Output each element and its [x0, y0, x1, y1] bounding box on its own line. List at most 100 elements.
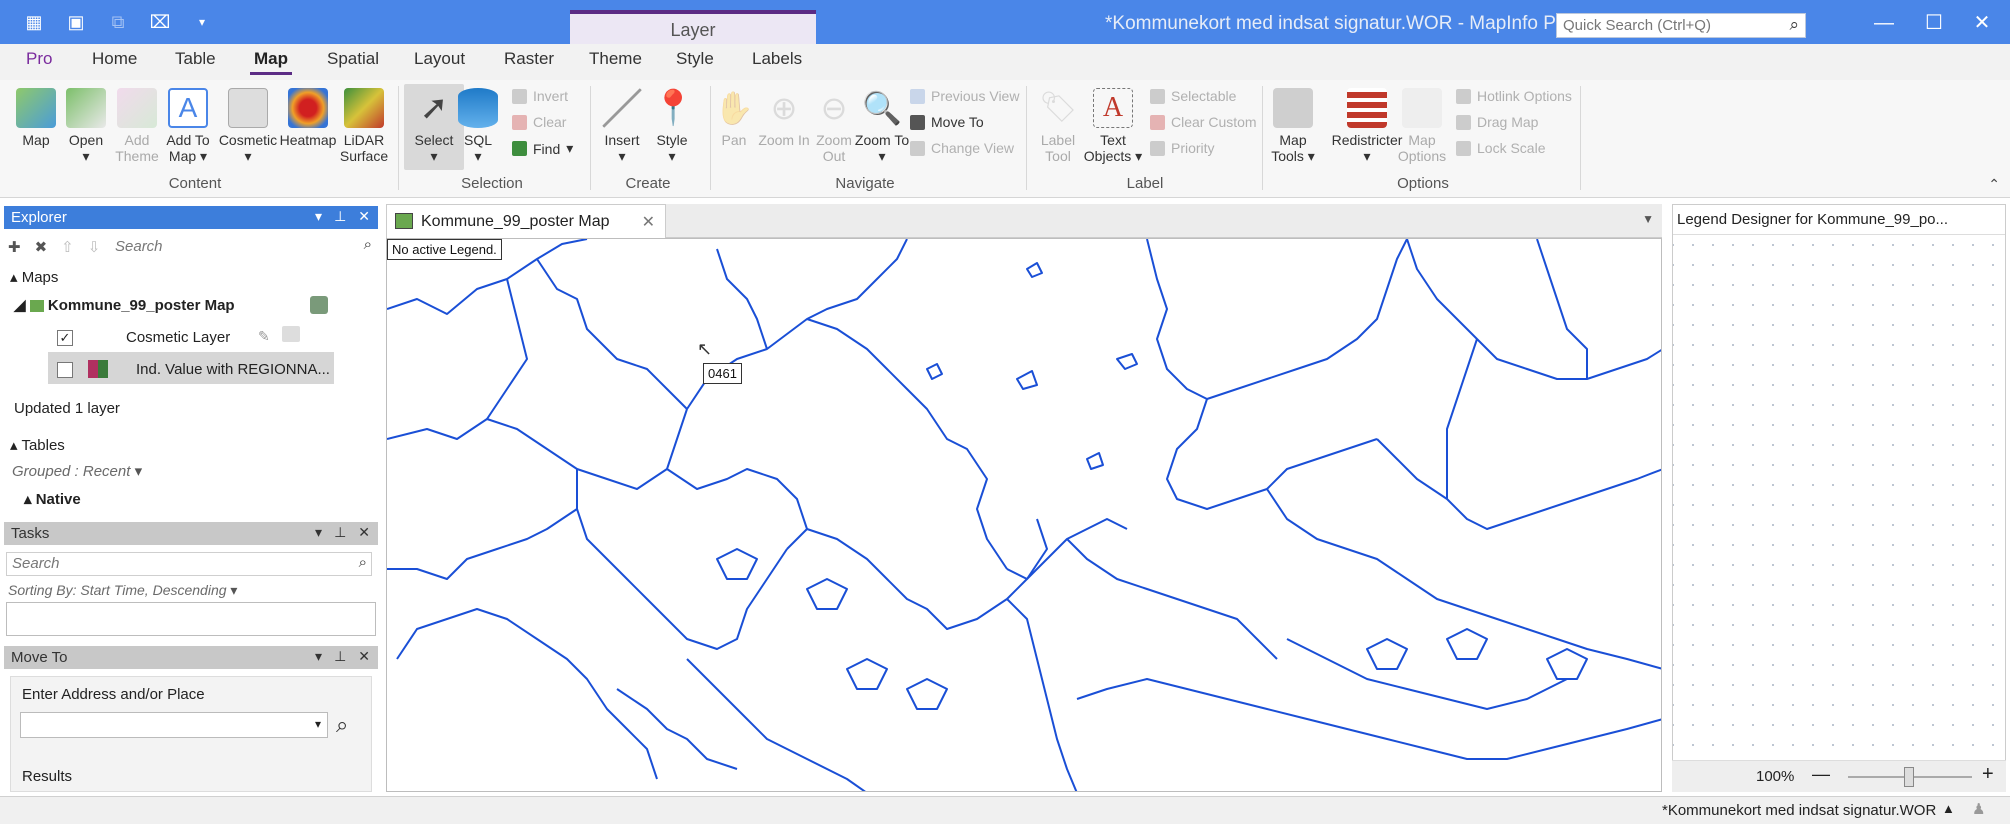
address-combobox[interactable]: ▾ — [20, 712, 328, 738]
grouped-dropdown[interactable]: Grouped : Recent ▾ — [12, 462, 142, 480]
explorer-search-input[interactable]: Search ⌕ — [110, 236, 372, 260]
explorer-header: Explorer ▾ ⊥ ✕ — [4, 206, 378, 229]
tab-map-window[interactable]: Kommune_99_poster Map ✕ — [386, 204, 666, 238]
map-node[interactable]: ◢ Kommune_99_poster Map — [14, 296, 235, 314]
notification-icon[interactable]: ♟ — [1972, 800, 1985, 818]
tab-home[interactable]: Home — [88, 49, 141, 69]
tasks-search-input[interactable]: Search ⌕ — [6, 552, 372, 576]
maps-section[interactable]: ▴ Maps — [10, 268, 58, 286]
tab-layout[interactable]: Layout — [410, 49, 469, 69]
map-options-button[interactable]: Map Options — [1392, 88, 1452, 164]
hotlink-options-label: Hotlink Options — [1477, 88, 1572, 104]
layer-properties-icon[interactable] — [282, 326, 300, 342]
search-icon[interactable]: ⌕ — [359, 554, 367, 571]
close-all-icon[interactable]: ⌧ — [146, 8, 174, 36]
add-to-map-button[interactable]: A Add To Map ▾ — [158, 88, 218, 164]
cosmetic-button[interactable]: Cosmetic ▾ — [218, 88, 278, 164]
collapse-ribbon-icon[interactable]: ⌃ — [1988, 176, 2000, 193]
lidar-surface-button[interactable]: LiDAR Surface — [334, 88, 394, 164]
tab-style[interactable]: Style — [672, 49, 718, 69]
map-window-icon — [395, 213, 413, 229]
tab-theme[interactable]: Theme — [585, 49, 646, 69]
theme-layer-label[interactable]: Ind. Value with REGIONNA... — [136, 361, 330, 378]
zoom-in-icon[interactable]: + — [1982, 763, 1994, 786]
priority-button[interactable]: Priority — [1150, 140, 1215, 156]
zoom-slider-thumb[interactable] — [1904, 767, 1914, 787]
map-tools-button[interactable]: Map Tools ▾ — [1262, 88, 1324, 164]
move-down-icon[interactable]: ⇩ — [88, 238, 101, 256]
text-objects-icon: A — [1093, 88, 1133, 128]
quick-search-input[interactable]: Quick Search (Ctrl+Q) ⌕ — [1556, 13, 1806, 38]
heatmap-button[interactable]: Heatmap — [278, 88, 338, 148]
legend-designer-panel[interactable]: Legend Designer for Kommune_99_po... — [1672, 204, 2006, 792]
label-tool-button[interactable]: 🏷 Label Tool — [1028, 88, 1088, 164]
cosmetic-layer-label[interactable]: Cosmetic Layer — [126, 329, 230, 346]
map-canvas[interactable]: No active Legend. ↖ 0461 — [386, 238, 1662, 792]
move-up-icon[interactable]: ⇧ — [61, 238, 74, 256]
group-separator — [1580, 86, 1581, 190]
style-button[interactable]: 📍 Style ▾ — [642, 88, 702, 164]
close-icon[interactable]: ✕ — [358, 648, 370, 665]
move-to-button[interactable]: Move To — [910, 114, 984, 130]
minimize-button[interactable]: — — [1864, 8, 1904, 38]
zoom-to-button[interactable]: 🔍 Zoom To ▾ — [852, 88, 912, 164]
previous-view-button[interactable]: Previous View — [910, 88, 1019, 104]
cosmetic-layer-checkbox[interactable]: ✓ — [57, 330, 73, 346]
lock-scale-button[interactable]: Lock Scale — [1456, 140, 1545, 156]
save-workspace-icon[interactable]: ▣ — [62, 8, 90, 36]
add-layer-icon[interactable] — [310, 296, 328, 314]
status-workspace: *Kommunekort med indsat signatur.WOR — [1662, 802, 1937, 819]
tab-labels[interactable]: Labels — [748, 49, 806, 69]
remove-icon[interactable]: ✖ — [35, 238, 48, 256]
hotlink-options-button[interactable]: Hotlink Options — [1456, 88, 1572, 104]
text-objects-button[interactable]: A Text Objects ▾ — [1082, 88, 1144, 164]
theme-layer-checkbox[interactable] — [57, 362, 73, 378]
pin-icon[interactable]: ⊥ — [334, 648, 346, 665]
map-node-label: Kommune_99_poster Map — [47, 297, 235, 314]
context-group-title: Layer — [670, 20, 716, 40]
find-button[interactable]: Find ▾ — [512, 140, 573, 157]
sql-label: SQL — [463, 132, 492, 148]
status-menu-icon[interactable]: ▲ — [1942, 801, 1955, 816]
change-view-button[interactable]: Change View — [910, 140, 1014, 156]
tables-section[interactable]: ▴ Tables — [10, 436, 65, 454]
invert-button[interactable]: Invert — [512, 88, 568, 104]
sorting-dropdown[interactable]: Sorting By: Start Time, Descending ▾ — [8, 582, 237, 599]
close-window-button[interactable]: ✕ — [1962, 8, 2002, 38]
close-icon[interactable]: ✕ — [358, 524, 370, 541]
selectable-button[interactable]: Selectable — [1150, 88, 1236, 104]
close-icon[interactable]: ✕ — [642, 212, 655, 232]
drag-map-button[interactable]: Drag Map — [1456, 114, 1538, 130]
pin-icon[interactable]: ⊥ — [334, 524, 346, 541]
island — [1026, 262, 1043, 278]
native-group[interactable]: ▴ Native — [24, 490, 81, 508]
search-icon[interactable]: ⌕ — [1789, 15, 1799, 35]
dropdown-icon[interactable]: ▾ — [315, 208, 322, 225]
dropdown-icon[interactable]: ▾ — [315, 524, 322, 541]
add-icon[interactable]: ✚ — [8, 238, 21, 256]
chevron-down-icon[interactable]: ▾ — [315, 717, 321, 731]
maximize-button[interactable]: ☐ — [1914, 8, 1954, 38]
copy-icon[interactable]: ⧉ — [104, 8, 132, 36]
sql-button[interactable]: SQL ▾ — [448, 88, 508, 164]
tab-map[interactable]: Map — [250, 49, 292, 75]
pin-icon[interactable]: ⊥ — [334, 208, 346, 225]
clear-selection-button[interactable]: Clear — [512, 114, 566, 130]
clear-custom-button[interactable]: Clear Custom — [1150, 114, 1257, 130]
edit-pencil-icon[interactable]: ✎ — [258, 328, 270, 345]
app-menu-icon[interactable]: ▦ — [20, 8, 48, 36]
coastline — [396, 608, 658, 780]
tab-spatial[interactable]: Spatial — [323, 49, 383, 69]
zoom-out-icon[interactable]: — — [1812, 764, 1830, 785]
close-icon[interactable]: ✕ — [358, 208, 370, 225]
zoom-out-label: Zoom Out — [816, 132, 852, 164]
clear-label: Clear — [533, 114, 567, 130]
search-icon[interactable]: ⌕ — [364, 236, 372, 253]
dropdown-icon[interactable]: ▾ — [315, 648, 322, 665]
search-icon[interactable]: ⌕ — [336, 712, 348, 738]
tab-pro[interactable]: Pro — [22, 49, 56, 69]
customize-qat-icon[interactable]: ▾ — [188, 8, 216, 36]
tab-list-dropdown-icon[interactable]: ▼ — [1642, 212, 1654, 226]
tab-table[interactable]: Table — [171, 49, 220, 69]
tab-raster[interactable]: Raster — [500, 49, 558, 69]
